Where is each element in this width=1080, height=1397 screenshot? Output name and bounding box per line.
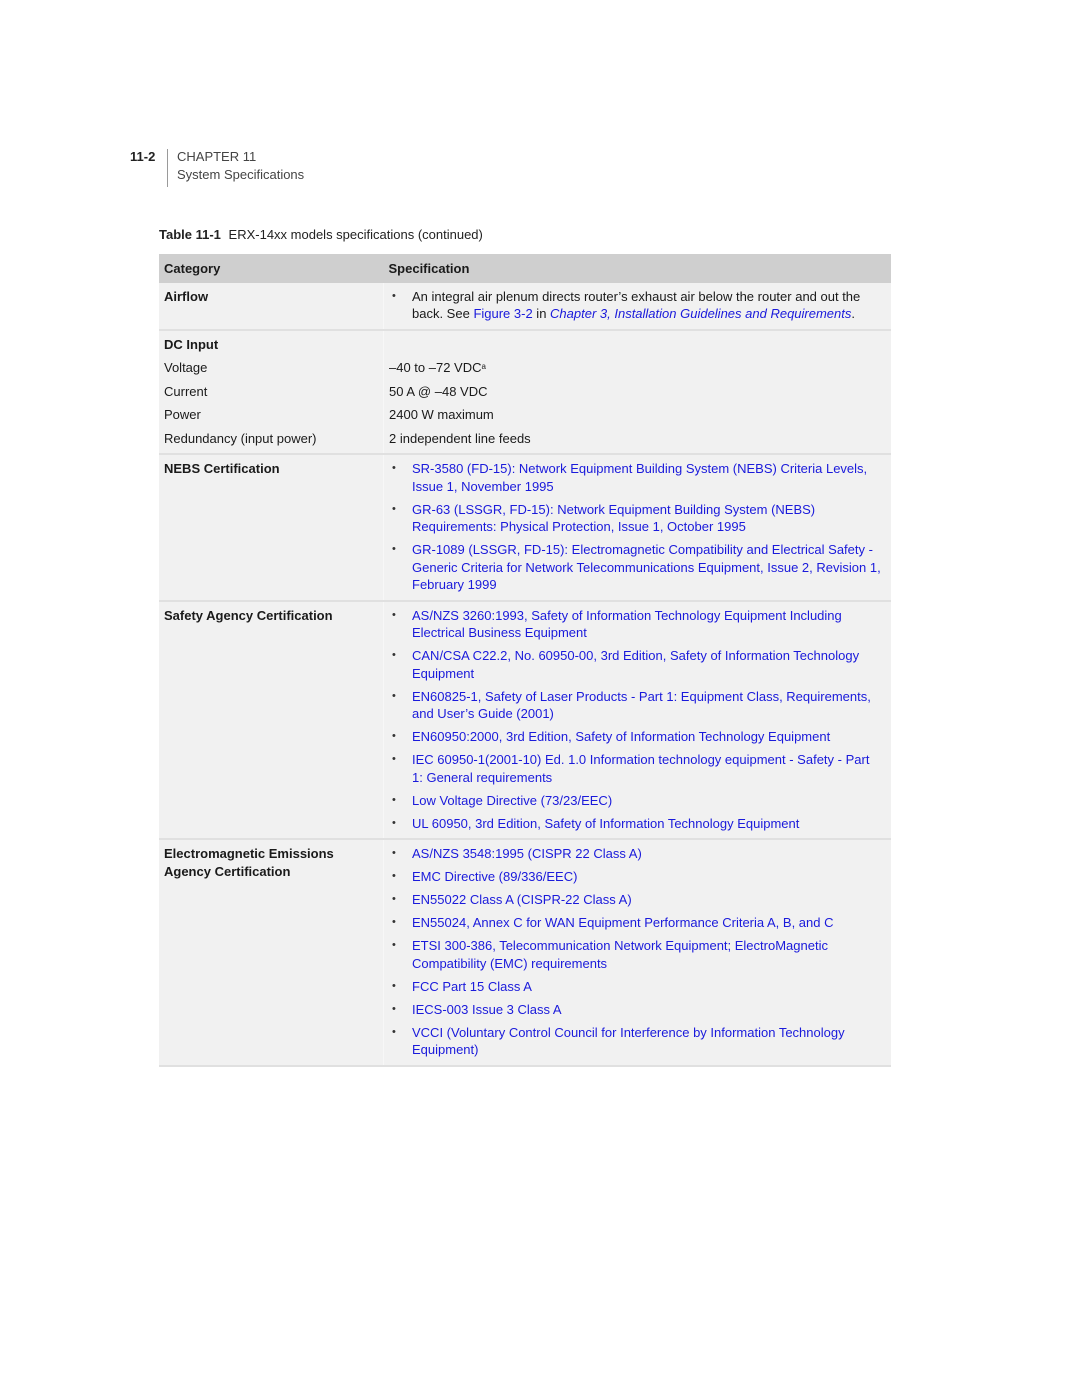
table-row-current: Current 50 A @ –48 VDC xyxy=(159,379,891,403)
list-item: EN55022 Class A (CISPR-22 Class A) xyxy=(389,891,886,909)
airflow-text-end: . xyxy=(851,306,855,321)
table-row-power: Power 2400 W maximum xyxy=(159,403,891,427)
safety-link[interactable]: EN60950:2000, 3rd Edition, Safety of Inf… xyxy=(412,729,830,744)
nebs-link-gr-1089[interactable]: GR-1089 (LSSGR, FD-15): Electromagnetic … xyxy=(412,542,881,592)
emissions-link[interactable]: EMC Directive (89/336/EEC) xyxy=(412,869,577,884)
safety-link[interactable]: Low Voltage Directive (73/23/EEC) xyxy=(412,793,612,808)
spec-list: An integral air plenum directs router’s … xyxy=(389,288,886,323)
nebs-link-sr-3580[interactable]: SR-3580 (FD-15): Network Equipment Build… xyxy=(412,461,867,494)
chapter-link[interactable]: Chapter 3, Installation Guidelines and R… xyxy=(550,306,851,321)
table-row-redundancy: Redundancy (input power) 2 independent l… xyxy=(159,426,891,455)
list-item: FCC Part 15 Class A xyxy=(389,978,886,996)
param-value: –40 to –72 VDCa xyxy=(383,356,891,380)
airflow-text-mid: in xyxy=(532,306,551,321)
category-cell: Airflow xyxy=(159,282,384,331)
spec-list: AS/NZS 3260:1993, Safety of Information … xyxy=(389,607,886,833)
category-cell: NEBS Certification xyxy=(159,454,384,602)
safety-link[interactable]: UL 60950, 3rd Edition, Safety of Informa… xyxy=(412,816,799,831)
list-item: An integral air plenum directs router’s … xyxy=(389,288,886,323)
category-cell: DC Input xyxy=(159,329,384,356)
voltage-value: –40 to –72 VDC xyxy=(389,360,482,375)
param-value: 2400 W maximum xyxy=(383,403,891,427)
category-label: Electromagnetic Emissions Agency Certifi… xyxy=(164,846,334,879)
page-number: 11-2 xyxy=(130,149,156,164)
emissions-link[interactable]: AS/NZS 3548:1995 (CISPR 22 Class A) xyxy=(412,846,642,861)
header-divider xyxy=(167,149,168,187)
emissions-link[interactable]: ETSI 300-386, Telecommunication Network … xyxy=(412,938,828,971)
list-item: Low Voltage Directive (73/23/EEC) xyxy=(389,792,886,810)
category-cell: Electromagnetic Emissions Agency Certifi… xyxy=(159,839,384,1067)
list-item: AS/NZS 3260:1993, Safety of Information … xyxy=(389,607,886,642)
safety-link[interactable]: CAN/CSA C22.2, No. 60950-00, 3rd Edition… xyxy=(412,648,859,681)
emissions-link[interactable]: EN55022 Class A (CISPR-22 Class A) xyxy=(412,892,632,907)
section-label: System Specifications xyxy=(177,167,305,182)
param-value: 2 independent line feeds xyxy=(383,426,891,455)
table-row-emissions: Electromagnetic Emissions Agency Certifi… xyxy=(159,839,891,1067)
running-header: 11-2 CHAPTER 11 System Specifications xyxy=(130,148,304,187)
category-label: NEBS Certification xyxy=(164,461,280,476)
list-item: GR-1089 (LSSGR, FD-15): Electromagnetic … xyxy=(389,541,886,594)
emissions-link[interactable]: IECS-003 Issue 3 Class A xyxy=(412,1002,562,1017)
table-row-nebs: NEBS Certification SR-3580 (FD-15): Netw… xyxy=(159,454,891,602)
list-item: IECS-003 Issue 3 Class A xyxy=(389,1001,886,1019)
specification-cell: SR-3580 (FD-15): Network Equipment Build… xyxy=(383,454,891,602)
nebs-link-gr-63[interactable]: GR-63 (LSSGR, FD-15): Network Equipment … xyxy=(412,502,815,535)
table-caption: Table 11-1 ERX-14xx models specification… xyxy=(159,227,483,242)
specification-cell: AS/NZS 3260:1993, Safety of Information … xyxy=(383,600,891,840)
table-header-row: Category Specification xyxy=(159,254,891,283)
emissions-link[interactable]: EN55024, Annex C for WAN Equipment Perfo… xyxy=(412,915,834,930)
table-row-airflow: Airflow An integral air plenum directs r… xyxy=(159,282,891,331)
list-item: EN55024, Annex C for WAN Equipment Perfo… xyxy=(389,914,886,932)
category-label: DC Input xyxy=(164,336,219,352)
list-item: EN60825-1, Safety of Laser Products - Pa… xyxy=(389,688,886,723)
table-row-safety: Safety Agency Certification AS/NZS 3260:… xyxy=(159,600,891,840)
table-caption-label: Table 11-1 xyxy=(159,227,221,242)
param-label: Voltage xyxy=(159,356,384,380)
table-row-voltage: Voltage –40 to –72 VDCa xyxy=(159,356,891,380)
param-label: Power xyxy=(159,403,384,427)
list-item: CAN/CSA C22.2, No. 60950-00, 3rd Edition… xyxy=(389,647,886,682)
list-item: AS/NZS 3548:1995 (CISPR 22 Class A) xyxy=(389,845,886,863)
chapter-label: CHAPTER 11 xyxy=(177,149,257,164)
param-value: 50 A @ –48 VDC xyxy=(383,379,891,403)
header-text: CHAPTER 11 System Specifications xyxy=(177,148,304,184)
list-item: ETSI 300-386, Telecommunication Network … xyxy=(389,937,886,972)
specification-cell: An integral air plenum directs router’s … xyxy=(383,282,891,331)
figure-link[interactable]: Figure 3-2 xyxy=(473,306,532,321)
emissions-link[interactable]: FCC Part 15 Class A xyxy=(412,979,532,994)
table-row-dc-input: DC Input xyxy=(159,329,891,356)
column-header-category: Category xyxy=(159,254,384,283)
list-item: GR-63 (LSSGR, FD-15): Network Equipment … xyxy=(389,501,886,536)
safety-link[interactable]: AS/NZS 3260:1993, Safety of Information … xyxy=(412,608,842,641)
param-label: Redundancy (input power) xyxy=(159,426,384,455)
footnote-marker[interactable]: a xyxy=(482,362,486,371)
category-label: Safety Agency Certification xyxy=(164,607,333,623)
category-label: Airflow xyxy=(164,288,209,304)
param-label: Current xyxy=(159,379,384,403)
list-item: SR-3580 (FD-15): Network Equipment Build… xyxy=(389,460,886,495)
list-item: EMC Directive (89/336/EEC) xyxy=(389,868,886,886)
list-item: IEC 60950-1(2001-10) Ed. 1.0 Information… xyxy=(389,751,886,786)
specification-cell: AS/NZS 3548:1995 (CISPR 22 Class A) EMC … xyxy=(383,839,891,1067)
list-item: EN60950:2000, 3rd Edition, Safety of Inf… xyxy=(389,728,886,746)
specification-cell xyxy=(383,329,891,356)
safety-link[interactable]: EN60825-1, Safety of Laser Products - Pa… xyxy=(412,689,871,722)
column-header-specification: Specification xyxy=(383,254,891,283)
specifications-table: Category Specification Airflow An integr… xyxy=(159,254,891,1067)
category-cell: Safety Agency Certification xyxy=(159,600,384,840)
emissions-link[interactable]: VCCI (Voluntary Control Council for Inte… xyxy=(412,1025,845,1058)
list-item: VCCI (Voluntary Control Council for Inte… xyxy=(389,1024,886,1059)
list-item: UL 60950, 3rd Edition, Safety of Informa… xyxy=(389,815,886,833)
spec-list: SR-3580 (FD-15): Network Equipment Build… xyxy=(389,460,886,594)
safety-link[interactable]: IEC 60950-1(2001-10) Ed. 1.0 Information… xyxy=(412,752,869,785)
spec-list: AS/NZS 3548:1995 (CISPR 22 Class A) EMC … xyxy=(389,845,886,1059)
table-caption-title: ERX-14xx models specifications (continue… xyxy=(228,227,483,242)
